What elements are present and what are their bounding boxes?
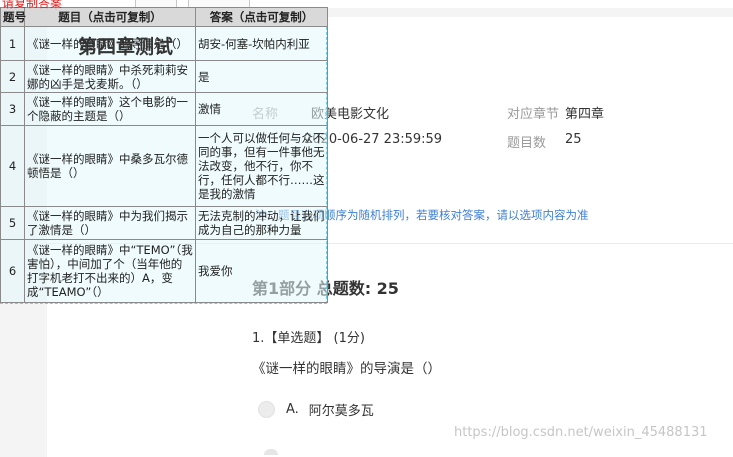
exam-title: 第四章测试 bbox=[78, 36, 174, 58]
row-answer[interactable]: 无法克制的冲动，让我们成为自己的那种力量 bbox=[195, 206, 328, 240]
table-row: 5 《谜一样的眼睛》中为我们揭示了激情是（） 无法克制的冲动，让我们成为自己的那… bbox=[0, 206, 328, 240]
question-count-label: 题目数 bbox=[507, 136, 547, 151]
row-number: 4 bbox=[0, 125, 25, 207]
top-hint-text: 请复制答案 bbox=[2, 0, 63, 10]
row-answer[interactable]: 我爱你 bbox=[195, 239, 328, 303]
row-number: 6 bbox=[0, 239, 25, 303]
row-number: 1 bbox=[0, 26, 25, 61]
row-question[interactable]: 《谜一样的眼睛》中桑多瓦尔德顿悟是（） bbox=[24, 125, 196, 207]
row-question[interactable]: 《谜一样的眼睛》这个电影的一个隐蔽的主题是（） bbox=[24, 92, 196, 126]
table-row: 2 《谜一样的眼睛》中杀死莉莉安娜的凶手是戈麦斯。（） 是 bbox=[0, 60, 328, 93]
radio-circle-icon[interactable] bbox=[258, 401, 275, 418]
question-count-value: 25 bbox=[565, 132, 582, 147]
option-text: 阿尔莫多瓦 bbox=[308, 404, 374, 419]
table-row: 3 《谜一样的眼睛》这个电影的一个隐蔽的主题是（） 激情 bbox=[0, 92, 328, 126]
row-answer[interactable]: 激情 bbox=[195, 92, 328, 126]
option-a[interactable]: A. 阿尔莫多瓦 bbox=[258, 400, 374, 419]
row-question[interactable]: 《谜一样的眼睛》中“TEMO”（我害怕），中间加了个（当年他的打字机老打不出来的… bbox=[24, 239, 196, 303]
chapter-label: 对应章节 bbox=[507, 107, 560, 122]
question-meta: 1.【单选题】 (1分) bbox=[252, 331, 365, 346]
row-question[interactable]: 《谜一样的眼睛》中为我们揭示了激情是（） bbox=[24, 206, 196, 240]
col-header-answer[interactable]: 答案（点击可复制） bbox=[195, 7, 328, 27]
csdn-watermark: https://blog.csdn.net/weixin_45488131 bbox=[454, 425, 708, 440]
radio-partial-icon bbox=[264, 449, 278, 455]
question-text: 《谜一样的眼睛》的导演是（） bbox=[252, 361, 441, 377]
row-answer[interactable]: 胡安-何塞-坎帕内利亚 bbox=[195, 26, 328, 61]
table-row: 6 《谜一样的眼睛》中“TEMO”（我害怕），中间加了个（当年他的打字机老打不出… bbox=[0, 239, 328, 303]
row-number: 5 bbox=[0, 206, 25, 240]
table-row: 4 《谜一样的眼睛》中桑多瓦尔德顿悟是（） 一个人可以做任何与众不同的事，但有一… bbox=[0, 125, 328, 207]
option-letter: A. bbox=[286, 402, 299, 417]
chapter-value: 第四章 bbox=[565, 107, 605, 122]
row-answer[interactable]: 一个人可以做任何与众不同的事，但有一件事他无法改变，他不行，你不行，任何人都不行… bbox=[195, 125, 328, 207]
row-number: 2 bbox=[0, 60, 25, 93]
row-question[interactable]: 《谜一样的眼睛》中杀死莉莉安娜的凶手是戈麦斯。（） bbox=[24, 60, 196, 93]
row-number: 3 bbox=[0, 92, 25, 126]
row-answer[interactable]: 是 bbox=[195, 60, 328, 93]
